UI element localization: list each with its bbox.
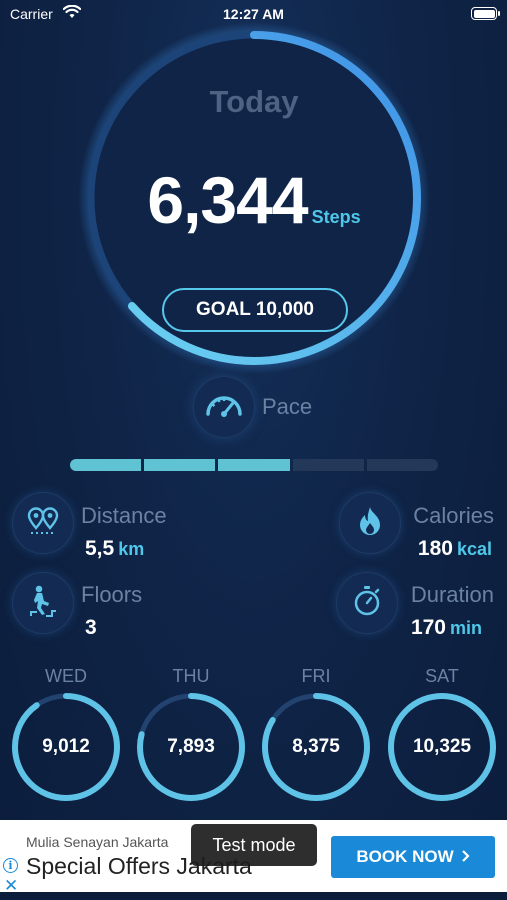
pace-label: Pace — [262, 394, 313, 419]
distance-value: 5,5 km — [85, 537, 144, 561]
distance-icon-button[interactable] — [12, 492, 74, 554]
duration-number: 170 — [410, 616, 446, 639]
ad-venue: Mulia Senayan Jakarta — [26, 834, 169, 850]
duration-value: 170 min — [300, 616, 482, 640]
day-label-wed: WED — [45, 666, 87, 686]
floors-icon-button[interactable] — [12, 572, 74, 634]
day-value-thu: 7,893 — [167, 736, 215, 757]
pace-bar — [70, 459, 439, 473]
ad-info-icon[interactable]: i — [3, 858, 18, 873]
distance-unit: km — [118, 539, 145, 559]
day-ring-fri[interactable]: 8,375 — [261, 692, 371, 802]
distance-label: Distance — [81, 503, 167, 528]
map-pins-icon — [26, 506, 60, 541]
pace-segment — [70, 459, 142, 471]
goal-button[interactable]: GOAL 10,000 — [162, 288, 348, 332]
calories-value: 180 kcal — [300, 537, 492, 561]
battery-icon — [471, 7, 500, 20]
status-time: 12:27 AM — [223, 6, 284, 22]
steps-unit: Steps — [311, 207, 361, 227]
calories-unit: kcal — [456, 539, 492, 559]
book-now-label: BOOK NOW — [356, 847, 454, 866]
calories-label: Calories — [413, 503, 494, 528]
steps-count: 6,344 Steps — [78, 162, 430, 238]
speedometer-icon — [204, 390, 244, 425]
steps-value: 6,344 — [147, 163, 308, 237]
pace-segment — [292, 459, 364, 471]
day-value-sat: 10,325 — [412, 736, 472, 757]
duration-unit: min — [449, 618, 482, 638]
book-now-button[interactable]: BOOK NOW — [331, 836, 495, 878]
day-label-thu: THU — [172, 666, 210, 686]
day-value-wed: 9,012 — [42, 736, 90, 757]
pace-button[interactable] — [193, 376, 255, 438]
bottom-strip — [0, 892, 507, 900]
distance-number: 5,5 — [85, 537, 115, 560]
stairs-climber-icon — [28, 584, 58, 623]
today-title: Today — [209, 84, 299, 119]
floors-value: 3 — [85, 616, 97, 639]
pace-segment — [144, 459, 216, 471]
calories-number: 180 — [417, 537, 453, 560]
chevron-right-icon — [461, 847, 470, 867]
day-value-fri: 8,375 — [292, 736, 340, 757]
duration-label: Duration — [410, 582, 494, 607]
floors-label: Floors — [81, 582, 143, 607]
day-ring-sat[interactable]: 10,325 — [387, 692, 497, 802]
day-ring-thu[interactable]: 7,893 — [136, 692, 246, 802]
test-mode-toast: Test mode — [191, 824, 317, 866]
day-ring-wed[interactable]: 9,012 — [11, 692, 121, 802]
today-progress-ring[interactable]: Today 6,344 Steps GOAL 10,000 — [78, 22, 430, 374]
pace-segment — [366, 459, 439, 471]
day-label-sat: SAT — [425, 666, 459, 686]
day-label-fri: FRI — [301, 666, 331, 686]
pace-segment — [218, 459, 290, 471]
